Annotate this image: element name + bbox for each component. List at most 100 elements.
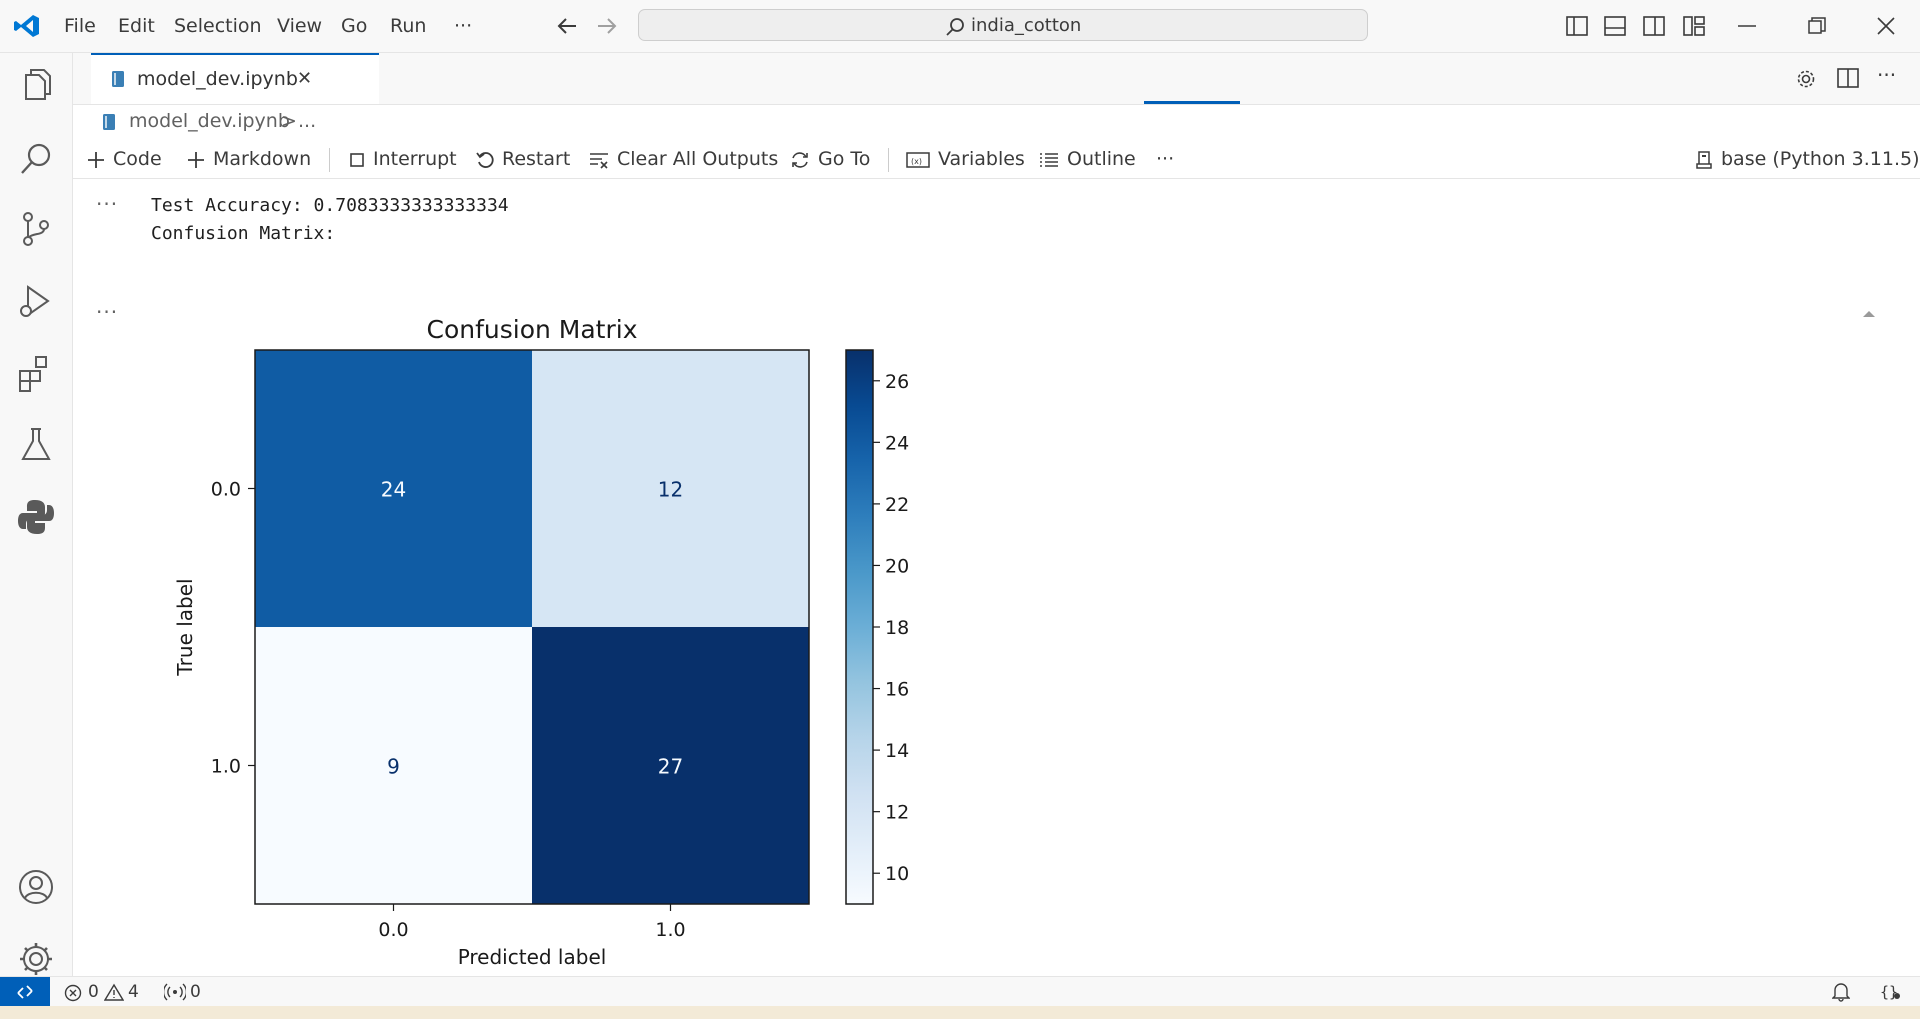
colorbar-tick-label: 26 — [885, 371, 909, 393]
status-bar: 0 4 0 {} — [0, 976, 1920, 1007]
go-to-refresh-icon — [792, 151, 808, 168]
menu-edit[interactable]: Edit — [118, 0, 155, 52]
colorbar-tick-label: 22 — [885, 494, 909, 516]
minimize-icon[interactable] — [1738, 25, 1756, 27]
plus-icon — [188, 151, 204, 168]
colorbar-tick-label: 16 — [885, 679, 909, 701]
notebook-toolbar: Code Markdown Interrupt Restart Clear Al… — [73, 140, 1920, 179]
outline-list-icon — [1040, 152, 1058, 167]
toolbar-more-button[interactable]: ··· — [1156, 144, 1174, 174]
toolbar-divider — [329, 148, 330, 172]
output-actions-ellipsis-2[interactable]: ··· — [96, 300, 118, 324]
colorbar — [845, 349, 874, 905]
breadcrumb-more[interactable]: ... — [298, 110, 316, 132]
python-icon[interactable] — [14, 495, 58, 539]
accounts-icon[interactable] — [14, 865, 58, 909]
close-window-icon[interactable] — [1877, 17, 1895, 35]
tab-scroll-indicator — [1144, 101, 1240, 104]
x-tick-label: 0.0 — [378, 919, 408, 941]
json-braces-icon[interactable]: {} — [1880, 982, 1902, 1002]
y-tick-label: 1.0 — [211, 756, 241, 778]
tab-model-dev[interactable]: model_dev.ipynb ✕ — [91, 53, 379, 104]
confusion-matrix-chart: Confusion Matrix 24 12 9 27 0.0 1.0 0.0 1.0 Predi… — [173, 315, 909, 969]
ports-broadcast-icon[interactable] — [164, 983, 186, 1001]
y-tick-label: 0.0 — [211, 479, 241, 501]
customize-layout-icon[interactable] — [1683, 16, 1705, 36]
breadcrumb-separator: > — [281, 110, 297, 132]
extensions-icon[interactable] — [14, 351, 58, 395]
add-code-label: Code — [113, 148, 162, 170]
remote-icon — [17, 985, 33, 999]
settings-gear-icon[interactable] — [14, 937, 58, 981]
cell-output-text: Test Accuracy: 0.7083333333333334 Confus… — [151, 192, 509, 248]
variables-button[interactable]: (x) Variables — [906, 144, 1025, 174]
output-actions-ellipsis[interactable]: ··· — [96, 192, 118, 216]
colorbar-tick-label: 10 — [885, 863, 909, 885]
notifications-bell-icon[interactable] — [1832, 982, 1850, 1002]
vscode-logo-icon — [14, 15, 39, 37]
restore-icon[interactable] — [1808, 17, 1826, 35]
kernel-label: base (Python 3.11.5) — [1721, 148, 1920, 170]
variables-icon: (x) — [906, 151, 930, 168]
search-icon — [946, 18, 964, 36]
menu-run[interactable]: Run — [390, 0, 426, 52]
menu-go[interactable]: Go — [341, 0, 367, 52]
clear-all-outputs-label: Clear All Outputs — [617, 148, 779, 170]
colorbar-tick-label: 14 — [885, 740, 909, 762]
colorbar-tick-label: 18 — [885, 617, 909, 639]
remote-indicator[interactable] — [0, 977, 50, 1007]
command-center-search[interactable]: india_cotton — [638, 9, 1368, 41]
cell-value-label: 9 — [387, 755, 400, 779]
cell-value-label: 24 — [381, 478, 406, 502]
menu-selection[interactable]: Selection — [174, 0, 262, 52]
testing-flask-icon[interactable] — [14, 423, 58, 467]
interrupt-button[interactable]: Interrupt — [349, 144, 457, 174]
breadcrumb-file[interactable]: model_dev.ipynb — [129, 110, 290, 132]
menu-more[interactable]: ··· — [454, 0, 472, 52]
outline-label: Outline — [1067, 148, 1136, 170]
restart-label: Restart — [502, 148, 571, 170]
search-view-icon[interactable] — [14, 137, 58, 181]
go-to-label: Go To — [818, 148, 871, 170]
run-debug-icon[interactable] — [14, 279, 58, 323]
menu-file[interactable]: File — [64, 0, 96, 52]
interrupt-label: Interrupt — [373, 148, 457, 170]
clear-all-icon — [590, 152, 608, 169]
outline-button[interactable]: Outline — [1039, 144, 1136, 174]
output-collapse-caret-icon[interactable] — [1862, 310, 1876, 318]
explorer-icon[interactable] — [14, 65, 58, 109]
variables-label: Variables — [938, 148, 1025, 170]
ports-count[interactable]: 0 — [190, 982, 201, 1002]
toggle-panel-icon[interactable] — [1604, 16, 1626, 36]
editor-tab-bar: model_dev.ipynb ✕ ··· — [73, 53, 1920, 105]
error-count[interactable]: 0 — [88, 982, 99, 1002]
add-code-cell-button[interactable]: Code — [87, 144, 162, 174]
add-markdown-cell-button[interactable]: Markdown — [187, 144, 311, 174]
clear-all-outputs-button[interactable]: Clear All Outputs — [589, 144, 778, 174]
notebook-file-icon — [112, 71, 124, 87]
activity-bar — [0, 53, 73, 976]
split-editor-icon[interactable] — [1837, 68, 1859, 88]
restart-button[interactable]: Restart — [476, 144, 570, 174]
tab-close-icon[interactable]: ✕ — [297, 68, 312, 89]
plus-icon — [88, 151, 104, 168]
toggle-primary-sidebar-icon[interactable] — [1566, 16, 1588, 36]
restart-icon — [476, 151, 494, 168]
error-icon[interactable] — [64, 984, 82, 1002]
warning-icon[interactable] — [104, 983, 124, 1001]
kernel-icon — [1696, 150, 1712, 169]
colorbar-tick-label: 24 — [885, 432, 909, 454]
menu-view[interactable]: View — [277, 0, 322, 52]
source-control-icon[interactable] — [14, 207, 58, 251]
kernel-picker[interactable]: base (Python 3.11.5) — [1695, 144, 1920, 174]
warning-count[interactable]: 4 — [128, 982, 139, 1002]
nav-back-icon[interactable] — [556, 16, 578, 36]
editor-more-actions[interactable]: ··· — [1877, 63, 1896, 87]
x-axis-label: Predicted label — [458, 945, 607, 969]
nav-forward-icon[interactable] — [596, 16, 618, 36]
notebook-settings-icon[interactable] — [1795, 68, 1817, 90]
add-markdown-label: Markdown — [213, 148, 312, 170]
title-bar: File Edit Selection View Go Run ··· indi… — [0, 0, 1920, 53]
go-to-button[interactable]: Go To — [790, 144, 870, 174]
toggle-secondary-sidebar-icon[interactable] — [1643, 16, 1665, 36]
